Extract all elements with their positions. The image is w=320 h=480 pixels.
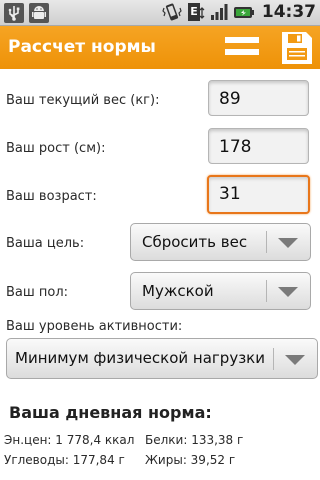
energy-value: Эн.цен: 1 778,4 ккал (4, 433, 135, 447)
menu-button[interactable] (218, 26, 266, 69)
sex-label: Ваш пол: (6, 285, 69, 300)
save-icon (282, 32, 312, 64)
clock: 14:37 (261, 2, 316, 22)
battery-icon (233, 7, 254, 18)
weight-input[interactable]: 89 (208, 80, 309, 116)
height-input[interactable]: 178 (208, 128, 309, 164)
save-button[interactable] (272, 26, 320, 69)
edge-network-icon: E (187, 3, 205, 21)
age-input[interactable]: 31 (207, 175, 310, 214)
activity-label: Ваш уровень активности: (6, 319, 183, 334)
signal-icon (210, 4, 228, 20)
status-bar: E 14:37 (0, 0, 320, 26)
goal-spinner[interactable]: Сбросить вес (130, 223, 311, 261)
height-label: Ваш рост (см): (6, 141, 106, 156)
activity-spinner[interactable]: Минимум физической нагрузки (6, 338, 318, 379)
fat-value: Жиры: 39,52 г (145, 453, 236, 467)
system-icons: E 14:37 (162, 2, 316, 22)
chevron-down-icon (266, 231, 298, 253)
vibrate-icon (162, 3, 182, 21)
app-title: Рассчет нормы (8, 37, 156, 57)
goal-spinner-value: Сбросить вес (142, 233, 248, 251)
sex-spinner[interactable]: Мужской (130, 272, 311, 310)
carbs-value: Углеводы: 177,84 г (4, 453, 125, 467)
protein-value: Белки: 133,38 г (145, 433, 244, 447)
usb-icon (4, 3, 24, 23)
svg-text:E: E (190, 5, 198, 18)
sex-spinner-value: Мужской (142, 282, 214, 300)
daily-norm-title: Ваша дневная норма: (9, 403, 212, 422)
weight-label: Ваш текущий вес (кг): (6, 93, 160, 108)
android-debug-icon (29, 3, 49, 23)
menu-icon (225, 37, 259, 55)
chevron-down-icon (273, 348, 305, 370)
activity-spinner-value: Минимум физической нагрузки (15, 349, 265, 367)
goal-label: Ваша цель: (6, 236, 85, 251)
chevron-down-icon (266, 280, 298, 302)
notification-icons (4, 3, 49, 23)
age-label: Ваш возраст: (6, 189, 97, 204)
